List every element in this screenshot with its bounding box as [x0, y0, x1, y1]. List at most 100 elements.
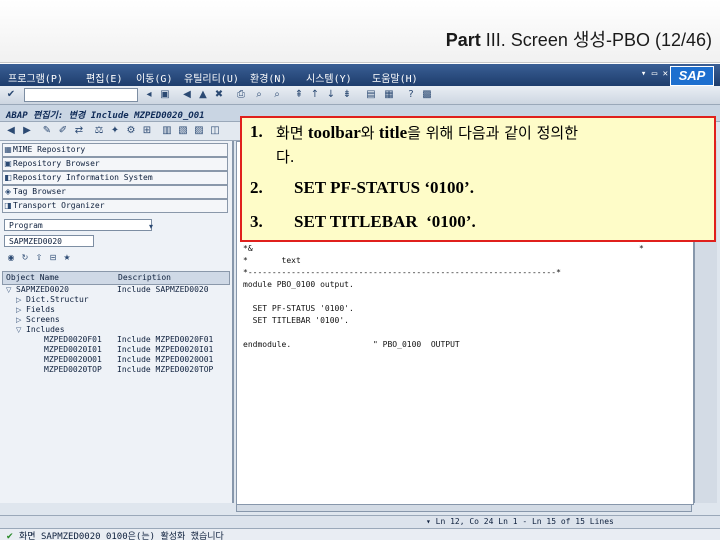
screen-title: ABAP 편집기: 변경 Include MZPED0020_O01 [6, 111, 205, 121]
tree-item-name: MZPED0020I01 [44, 345, 102, 354]
tree-item-name: Fields [26, 305, 55, 314]
refresh-icon[interactable]: ↻ [18, 251, 32, 265]
layout-icon[interactable]: ▩ [420, 88, 434, 102]
code-line: SET TITLEBAR '0100'. [243, 316, 349, 325]
step-text-part: 와 [360, 124, 375, 142]
mime-repository-button[interactable]: ▦MIME Repository [2, 143, 228, 157]
horizontal-scrollbar[interactable] [236, 504, 692, 512]
new-session-icon[interactable]: ▤ [364, 88, 378, 102]
tree-item[interactable]: ▷ Fields [2, 305, 228, 315]
tree-item[interactable]: MZPED0020F01 Include MZPED0020F01 [2, 335, 228, 345]
slide-title-part: Part [445, 30, 481, 50]
display-change-icon[interactable]: ✐ [56, 124, 70, 138]
tree-item[interactable]: MZPED0020I01 Include MZPED0020I01 [2, 345, 228, 355]
tree-item-description: Include MZPED0020TOP [117, 365, 214, 374]
menu-environment[interactable]: 환경(N) [250, 70, 286, 85]
collapse-icon[interactable]: ⊟ [46, 251, 60, 265]
repository-info-system-button[interactable]: ◧Repository Information System [2, 171, 228, 185]
repository-info-system-label: Repository Information System [13, 173, 153, 182]
menu-program[interactable]: 프로그램(P) [8, 70, 63, 85]
tree-item-description: Include SAPMZED0020 [117, 285, 209, 294]
shortcut-icon[interactable]: ▦ [382, 88, 396, 102]
object-type-value: Program [9, 221, 43, 230]
find-icon[interactable]: ⌕ [252, 88, 266, 102]
command-field[interactable] [24, 88, 138, 102]
repository-browser-label: Repository Browser [13, 159, 100, 168]
menu-utilities[interactable]: 유틸리티(U) [184, 70, 239, 85]
menu-help[interactable]: 도움말(H) [372, 70, 418, 85]
tree-item-name: Dict.Structur [26, 295, 89, 304]
menu-edit[interactable]: 편집(E) [86, 70, 122, 85]
object-name-field[interactable]: SAPMZED0020 [4, 235, 94, 247]
up-icon[interactable]: ⇧ [32, 251, 46, 265]
expand-arrow-icon[interactable]: ▷ [16, 305, 21, 315]
code-line: * text [243, 256, 301, 265]
menu-system[interactable]: 시스템(Y) [306, 70, 352, 85]
tree-item-name: MZPED0020F01 [44, 335, 102, 344]
tree-item[interactable]: ▷ Screens [2, 315, 228, 325]
dropdown-icon[interactable]: ▾ [149, 221, 153, 233]
tag-browser-button[interactable]: ◈ Tag Browser [2, 185, 228, 199]
mime-icon: ▦ [4, 145, 12, 154]
window-controls[interactable]: ▾ ▭ ✕ [641, 69, 668, 79]
expand-arrow-icon[interactable]: ▷ [16, 315, 21, 325]
object-navigator: ▦MIME Repository ▣Repository Browser ◧Re… [0, 141, 234, 503]
step-text: SET PF-STATUS ‘0100’. [294, 178, 474, 197]
step-text-part: 화면 [276, 124, 304, 142]
step-number: 3. [250, 212, 263, 231]
test-icon[interactable]: ⚙ [124, 124, 138, 138]
code-line-mark: * [639, 244, 644, 253]
step-text: SET TITLEBAR ‘0100’. [294, 212, 476, 231]
command-dropdown-icon[interactable]: ◂ [142, 88, 156, 102]
find-next-icon[interactable]: ⌕ [270, 88, 284, 102]
help-icon[interactable]: ? [404, 88, 418, 102]
save-icon[interactable]: ▣ [158, 88, 172, 102]
check-syntax-icon[interactable]: ⚖ [92, 124, 106, 138]
status-bar: ▾ Ln 12, Co 24 Ln 1 - Ln 15 of 15 Lines [0, 515, 720, 528]
cursor-position: ▾ Ln 12, Co 24 Ln 1 - Ln 15 of 15 Lines [426, 517, 614, 526]
object-type-select[interactable]: Program ▾ [4, 219, 153, 233]
back-icon[interactable]: ◀ [4, 124, 18, 138]
tree-item[interactable]: ▽ Includes [2, 325, 228, 335]
slide-title-rest: III. Screen 생성-PBO (12/46) [485, 30, 712, 50]
tree-item[interactable]: ▽ SAPMZED0020 Include SAPMZED0020 [2, 285, 228, 295]
first-page-icon[interactable]: ⇞ [292, 88, 306, 102]
display-icon[interactable]: ◉ [4, 251, 18, 265]
activate-icon[interactable]: ✦ [108, 124, 122, 138]
print-icon[interactable]: ⎙ [234, 88, 248, 102]
exit-icon[interactable]: ▲ [196, 88, 210, 102]
tree-item[interactable]: ▷ Dict.Structur [2, 295, 228, 305]
tree-item[interactable]: MZPED0020O01 Include MZPED0020O01 [2, 355, 228, 365]
fullscreen-icon[interactable]: ◫ [208, 124, 222, 138]
repository-browser-button[interactable]: ▣Repository Browser [2, 157, 228, 171]
code-line: *---------------------------------------… [243, 268, 561, 277]
collapse-arrow-icon[interactable]: ▽ [16, 325, 21, 335]
other-object-icon[interactable]: ✎ [40, 124, 54, 138]
code-line: SET PF-STATUS '0100'. [243, 304, 354, 313]
object-list-icon[interactable]: ▥ [160, 124, 174, 138]
cancel-icon[interactable]: ✖ [212, 88, 226, 102]
forward-icon[interactable]: ▶ [20, 124, 34, 138]
next-page-icon[interactable]: ↓ [324, 88, 338, 102]
tree-item-description: Include MZPED0020I01 [117, 345, 214, 354]
menu-goto[interactable]: 이동(G) [136, 70, 172, 85]
slide-title: Part III. Screen 생성-PBO (12/46) [446, 26, 712, 52]
prev-page-icon[interactable]: ↑ [308, 88, 322, 102]
tree-item-name: Screens [26, 315, 60, 324]
display-object-list-icon[interactable]: ▧ [176, 124, 190, 138]
back-icon[interactable]: ◀ [180, 88, 194, 102]
sap-logo: SAP [670, 66, 714, 86]
expand-arrow-icon[interactable]: ▷ [16, 295, 21, 305]
favorites-icon[interactable]: ★ [60, 251, 74, 265]
transport-organizer-button[interactable]: ◨Transport Organizer [2, 199, 228, 213]
status-message: ✔ 화면 SAPMZED0020 0100은(는) 활성화 했습니다 [6, 529, 224, 540]
active-inactive-icon[interactable]: ⇄ [72, 124, 86, 138]
collapse-arrow-icon[interactable]: ▽ [6, 285, 11, 295]
tree-item[interactable]: MZPED0020TOP Include MZPED0020TOP [2, 365, 228, 375]
step-text-continued: 다. [276, 146, 295, 167]
tree-header-description: Description [118, 273, 171, 282]
where-used-icon[interactable]: ⊞ [140, 124, 154, 138]
last-page-icon[interactable]: ⇟ [340, 88, 354, 102]
check-icon[interactable]: ✔ [4, 88, 18, 102]
navigation-window-icon[interactable]: ▨ [192, 124, 206, 138]
